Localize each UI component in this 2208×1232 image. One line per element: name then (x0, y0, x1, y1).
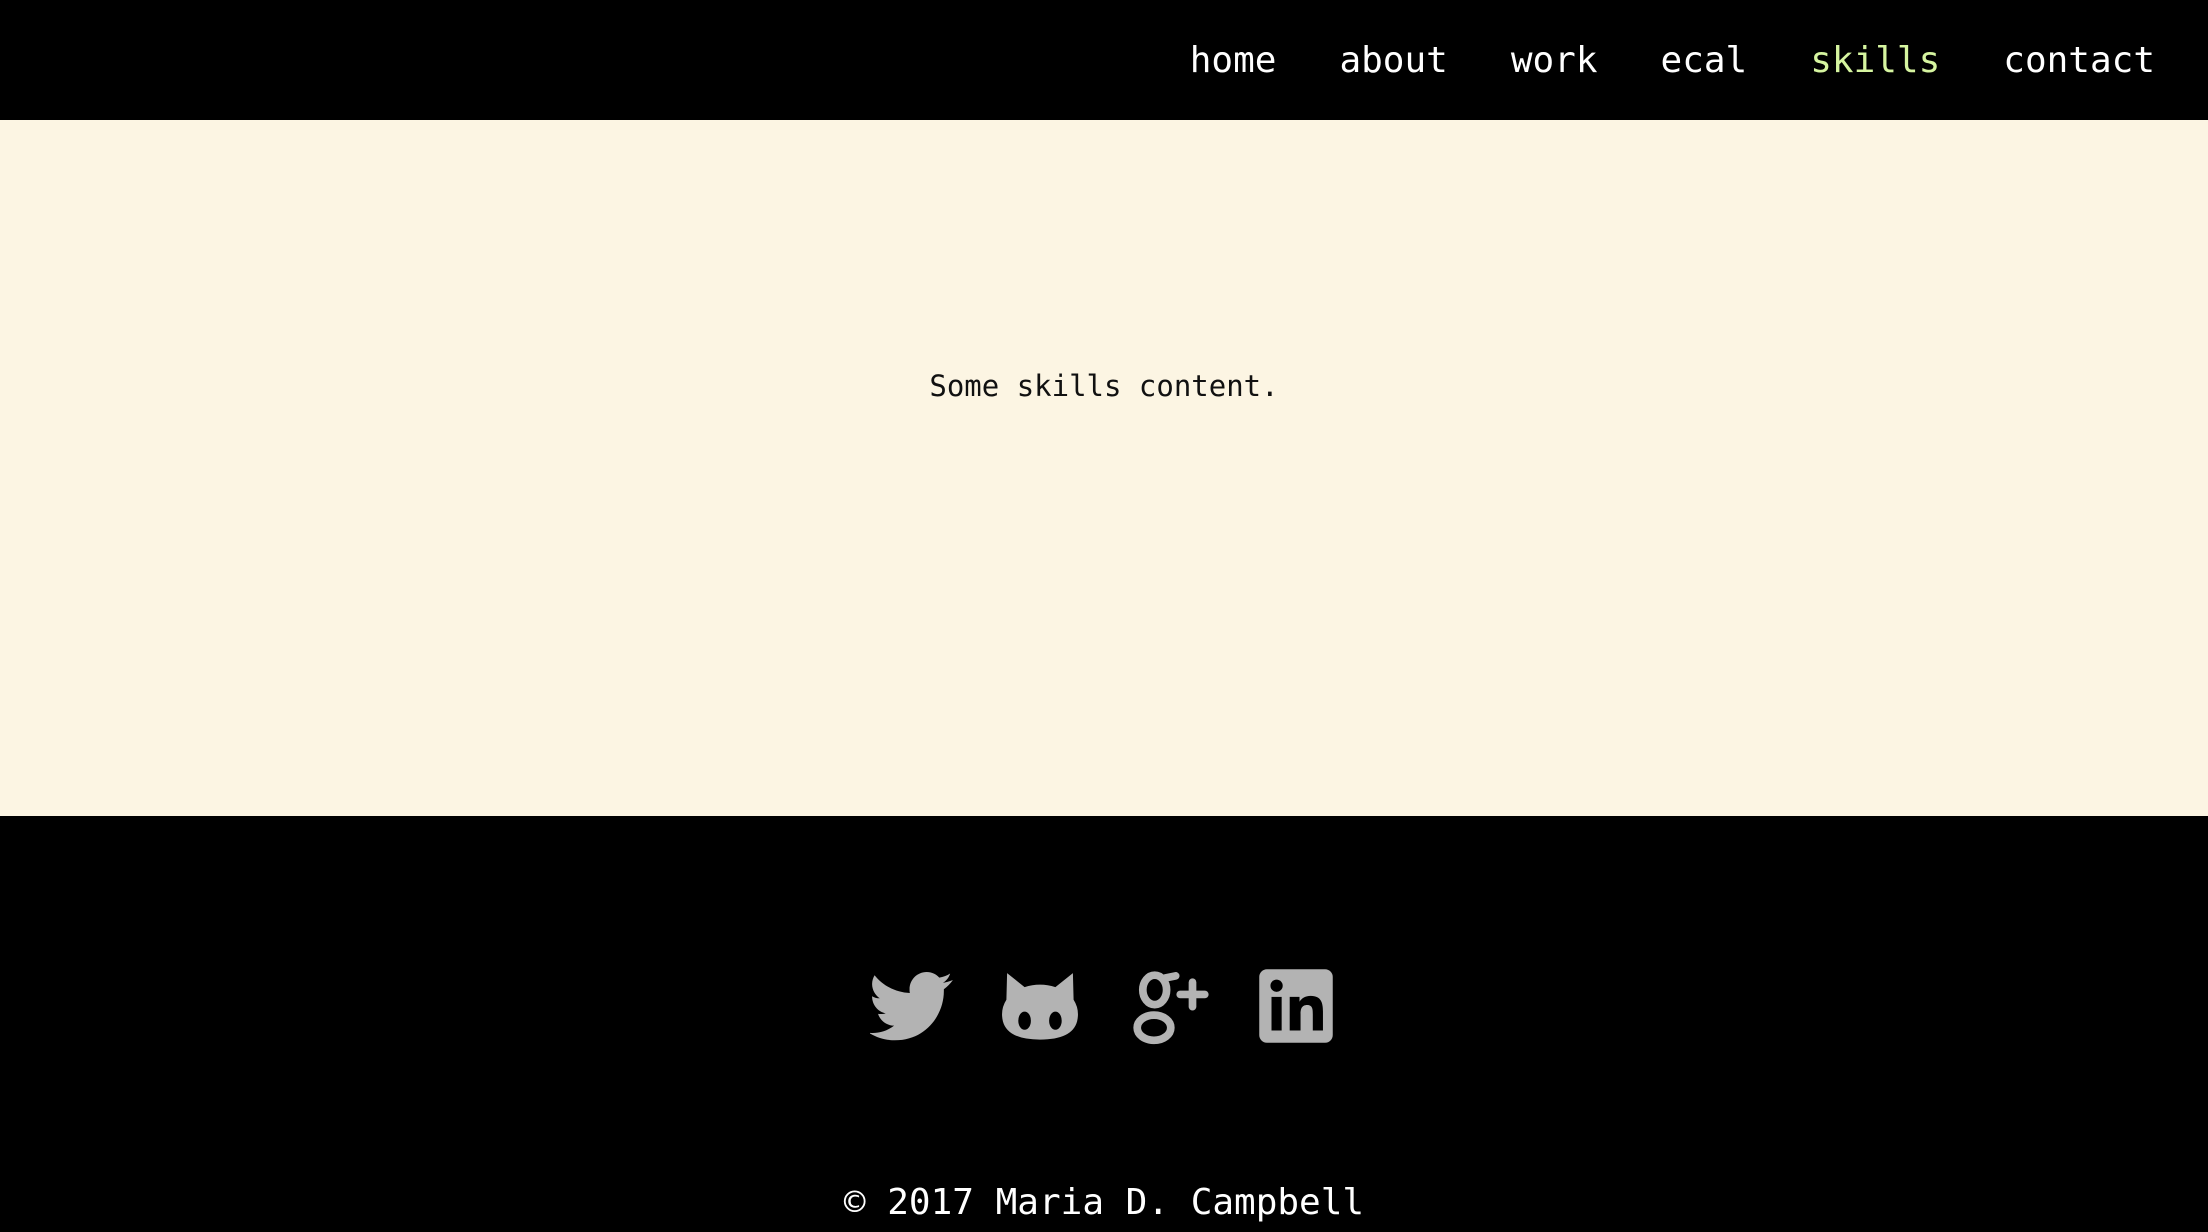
nav-ecal-link[interactable]: ecal (1661, 40, 1748, 81)
nav-contact-link[interactable]: contact (2003, 40, 2155, 81)
nav-about-link[interactable]: about (1339, 40, 1447, 81)
copyright-text: © 2017 Maria D. Campbell (843, 1182, 1365, 1223)
site-footer: © 2017 Maria D. Campbell (0, 816, 2208, 1232)
nav-home-link[interactable]: home (1190, 40, 1277, 81)
github-icon (1002, 973, 1078, 1040)
twitter-icon (870, 972, 953, 1041)
nav-work-link[interactable]: work (1511, 40, 1598, 81)
social-links (0, 964, 2208, 1048)
site-header: home about work ecal skills contact (0, 0, 2208, 120)
google-plus-icon (1133, 971, 1209, 1045)
github-link[interactable] (998, 964, 1082, 1048)
skills-content-text: Some skills content. (929, 369, 1279, 403)
main-content: Some skills content. (0, 120, 2208, 816)
google-plus-link[interactable] (1126, 964, 1210, 1048)
nav-skills-link[interactable]: skills (1810, 40, 1940, 81)
linkedin-icon (1259, 969, 1333, 1043)
twitter-link[interactable] (870, 964, 954, 1048)
main-nav: home about work ecal skills contact (1127, 0, 2155, 120)
linkedin-link[interactable] (1254, 964, 1338, 1048)
